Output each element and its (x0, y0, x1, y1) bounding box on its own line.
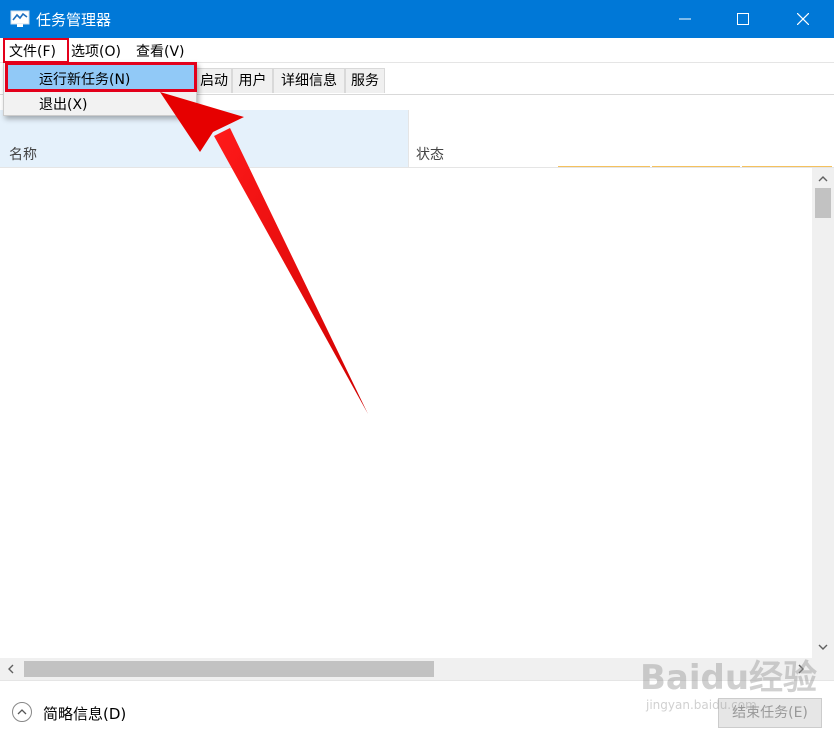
minimize-icon (679, 18, 691, 20)
maximize-icon (737, 13, 749, 25)
tab-users[interactable]: 用户 (232, 68, 273, 93)
tab-details[interactable]: 详细信息 (273, 68, 345, 93)
window-title: 任务管理器 (36, 11, 112, 29)
horizontal-scroll-thumb[interactable] (24, 661, 434, 677)
process-list[interactable] (0, 168, 812, 658)
watermark-url: jingyan.baidu.com (646, 698, 757, 712)
vertical-scrollbar[interactable] (812, 168, 834, 658)
fewer-details-toggle[interactable] (12, 702, 32, 722)
column-status-label[interactable]: 状态 (416, 144, 444, 164)
menu-item-exit[interactable]: 退出(X) (6, 90, 194, 114)
scroll-left-button[interactable] (0, 660, 22, 678)
column-divider-mark (558, 166, 650, 167)
column-name-label: 名称 (9, 147, 37, 163)
close-icon (797, 13, 809, 25)
chevron-up-icon (17, 709, 27, 715)
menu-options[interactable]: 选项(O) (71, 41, 121, 61)
title-bar: 任务管理器 (0, 0, 834, 38)
column-divider-mark (652, 166, 740, 167)
scroll-up-button[interactable] (812, 170, 834, 188)
menu-view[interactable]: 查看(V) (136, 41, 185, 61)
column-separator[interactable] (408, 110, 409, 167)
tab-users-label: 用户 (238, 73, 267, 89)
menu-item-exit-label: 退出(X) (39, 97, 88, 113)
maximize-button[interactable] (712, 0, 774, 38)
tab-services-label: 服务 (351, 73, 379, 89)
baidu-watermark: Baidu经验 jingyan.baidu.com (640, 650, 830, 720)
tab-services[interactable]: 服务 (345, 68, 385, 93)
menu-file-highlight-box (3, 38, 69, 63)
close-button[interactable] (772, 0, 834, 38)
chevron-up-icon (818, 176, 828, 182)
column-divider-mark (742, 166, 832, 167)
task-manager-icon (10, 10, 30, 27)
minimize-button[interactable] (654, 0, 716, 38)
tab-startup[interactable]: 启动 (196, 68, 232, 93)
tab-startup-label: 启动 (200, 73, 228, 89)
watermark-logo: Baidu经验 (640, 658, 818, 698)
fewer-details-link[interactable]: 简略信息(D) (43, 703, 126, 724)
run-new-task-highlight-box (5, 62, 197, 92)
chevron-left-icon (8, 664, 14, 674)
column-header: 名称 状态 (0, 110, 834, 168)
menu-bar: 文件(F) 选项(O) 查看(V) (0, 38, 834, 63)
tab-details-label: 详细信息 (281, 73, 337, 89)
vertical-scroll-thumb[interactable] (815, 188, 831, 218)
